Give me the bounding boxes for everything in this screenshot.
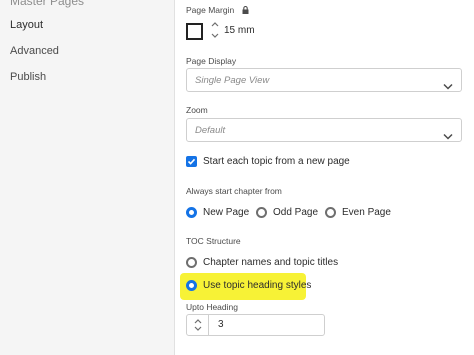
sidebar-item-advanced[interactable]: Advanced — [10, 45, 59, 57]
sidebar-item-publish[interactable]: Publish — [10, 71, 46, 83]
radio-even-page-label: Even Page — [342, 207, 391, 218]
page-margin-label: Page Margin — [186, 5, 249, 16]
chapter-start-label: Always start chapter from — [186, 186, 282, 196]
zoom-label: Zoom — [186, 105, 208, 115]
chevron-down-icon — [443, 127, 453, 145]
margin-link-toggle[interactable] — [186, 23, 203, 40]
radio-new-page-label: New Page — [203, 207, 250, 218]
chevron-down-icon — [443, 77, 453, 95]
sidebar-item-master-pages[interactable]: Master Pages — [10, 0, 84, 8]
start-new-page-checkbox[interactable] — [186, 156, 197, 167]
page-display-label: Page Display — [186, 56, 237, 66]
start-new-page-label: Start each topic from a new page — [203, 156, 350, 167]
upto-heading-input[interactable] — [218, 319, 308, 330]
toc-structure-label: TOC Structure — [186, 236, 241, 246]
page-margin-input[interactable] — [224, 25, 284, 36]
upto-heading-stepper[interactable] — [187, 315, 209, 335]
upto-heading-label: Upto Heading — [186, 302, 238, 312]
radio-topic-heading-styles-label: Use topic heading styles — [203, 280, 312, 291]
page-margin-stepper[interactable] — [209, 19, 221, 41]
sidebar-item-layout[interactable]: Layout — [10, 19, 43, 31]
zoom-select[interactable]: Default — [186, 118, 462, 142]
radio-odd-page-label: Odd Page — [273, 207, 319, 218]
zoom-value: Default — [195, 125, 226, 136]
radio-new-page[interactable] — [186, 207, 197, 218]
page-display-select[interactable]: Single Page View — [186, 68, 462, 92]
radio-topic-heading-styles[interactable] — [186, 280, 197, 291]
page-display-value: Single Page View — [195, 75, 270, 86]
radio-even-page[interactable] — [325, 207, 336, 218]
lock-icon[interactable] — [242, 6, 249, 16]
upto-heading-field — [186, 314, 325, 336]
sidebar: Master Pages Layout Advanced Publish — [0, 0, 175, 355]
radio-chapter-names[interactable] — [186, 257, 197, 268]
radio-chapter-names-label: Chapter names and topic titles — [203, 257, 339, 268]
page-margin-label-text: Page Margin — [186, 5, 235, 15]
radio-odd-page[interactable] — [256, 207, 267, 218]
